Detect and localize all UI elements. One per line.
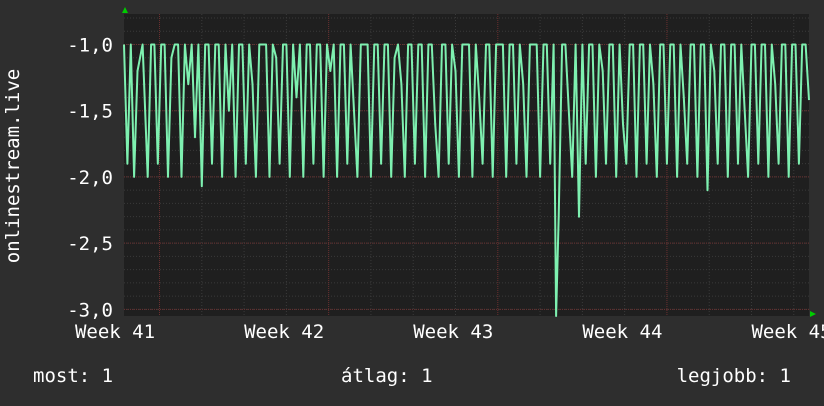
legend-current: most: 1 — [33, 365, 113, 387]
y-tick-label: -3,0 — [67, 299, 113, 321]
legend-average: átlag: 1 — [341, 365, 433, 387]
y-axis-ticks: -1,0 -1,5 -2,0 -2,5 -3,0 — [67, 34, 113, 321]
x-axis-ticks: Week 41 Week 42 Week 43 Week 44 Week 45 — [75, 321, 824, 343]
x-tick-label: Week 41 — [75, 321, 155, 343]
x-tick-label: Week 43 — [413, 321, 493, 343]
x-tick-label: Week 44 — [582, 321, 662, 343]
x-tick-label: Week 42 — [244, 321, 324, 343]
y-tick-label: -1,0 — [67, 34, 113, 56]
y-tick-label: -2,0 — [67, 167, 113, 189]
legend-max: legjobb: 1 — [677, 365, 791, 387]
x-tick-label: Week 45 — [751, 321, 824, 343]
y-tick-label: -1,5 — [67, 101, 113, 123]
y-axis-arrow-icon — [122, 7, 128, 13]
y-tick-label: -2,5 — [67, 233, 113, 255]
chart: -1,0 -1,5 -2,0 -2,5 -3,0 Week 41 Week 42 Week … — [0, 0, 824, 402]
x-axis-arrow-icon — [810, 311, 816, 317]
y-axis-label: onlinestream.live — [2, 69, 24, 263]
chart-svg: -1,0-1,5-2,0-2,5-3,0 Week 41 Week 42 Week … — [2, 7, 824, 387]
